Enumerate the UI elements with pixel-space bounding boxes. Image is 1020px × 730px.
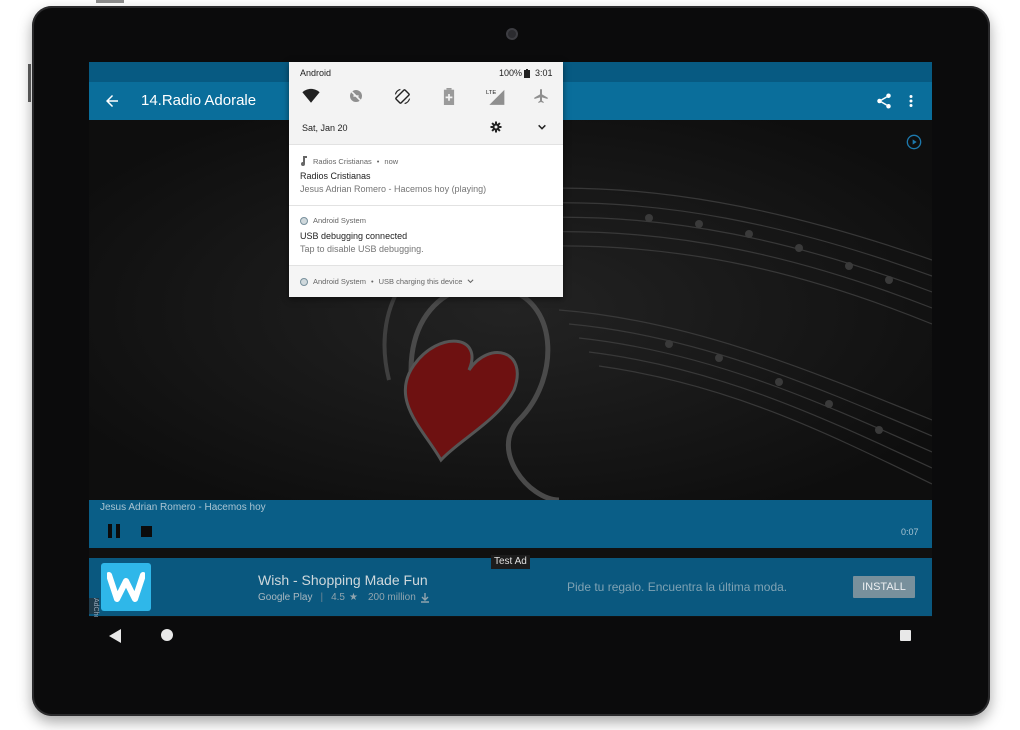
notification-summary: USB charging this device bbox=[378, 277, 463, 286]
ad-banner[interactable]: Test Ad AdChoices Wish - Shopping Made F… bbox=[89, 555, 932, 617]
battery-icon bbox=[524, 68, 531, 78]
volume-button bbox=[28, 64, 31, 102]
battery-clock: 100% 3:01 bbox=[499, 68, 553, 78]
ad-title: Wish - Shopping Made Fun bbox=[258, 572, 428, 588]
android-system-icon bbox=[300, 216, 308, 225]
test-ad-label: Test Ad bbox=[491, 555, 530, 569]
dnd-icon[interactable] bbox=[348, 88, 366, 106]
music-note-icon bbox=[301, 156, 307, 166]
play-circle-icon[interactable] bbox=[906, 134, 922, 150]
wifi-icon[interactable] bbox=[302, 88, 320, 106]
ad-meta: Google Play | 4.5 ★ 200 million bbox=[258, 592, 430, 603]
app-title: 14.Radio Adorale bbox=[141, 92, 257, 109]
nav-recents-icon[interactable] bbox=[900, 630, 911, 641]
gear-icon[interactable] bbox=[490, 121, 502, 133]
player-bar: Jesus Adrian Romero - Hacemos hoy 0:07 bbox=[89, 500, 932, 548]
auto-rotate-icon[interactable] bbox=[394, 88, 412, 106]
notification-title: Radios Cristianas bbox=[300, 171, 371, 181]
now-playing-track: Jesus Adrian Romero - Hacemos hoy bbox=[100, 502, 266, 513]
svg-text:LTE: LTE bbox=[486, 90, 496, 96]
ad-tagline: Pide tu regalo. Encuentra la última moda… bbox=[567, 580, 788, 594]
notification-time: now bbox=[384, 156, 399, 166]
quick-tiles: LTE bbox=[289, 88, 563, 110]
lte-signal-icon[interactable]: LTE bbox=[486, 88, 505, 106]
battery-level: 100% bbox=[499, 68, 523, 78]
airplane-icon[interactable] bbox=[533, 88, 551, 106]
notification-shade: Android 100% 3:01 LTE Sat, Jan 20 Radios… bbox=[289, 62, 563, 297]
star-icon: ★ bbox=[349, 592, 358, 603]
nav-home-icon[interactable] bbox=[161, 629, 173, 641]
notification-body: Jesus Adrian Romero - Hacemos hoy (playi… bbox=[300, 184, 487, 194]
front-camera bbox=[506, 28, 518, 40]
ad-rating: 4.5 bbox=[331, 592, 345, 603]
shade-date: Sat, Jan 20 bbox=[302, 123, 348, 133]
chevron-down-icon[interactable] bbox=[537, 122, 547, 132]
store-name: Google Play bbox=[258, 592, 313, 603]
notification-header: Android System • USB charging this devic… bbox=[300, 277, 474, 286]
android-system-icon bbox=[300, 277, 308, 286]
quick-settings: Android 100% 3:01 LTE Sat, Jan 20 bbox=[289, 62, 563, 144]
nav-back-icon[interactable] bbox=[109, 629, 121, 643]
notification-header: Android System bbox=[300, 216, 366, 225]
wish-logo bbox=[101, 563, 151, 611]
notification-title: USB debugging connected bbox=[300, 231, 408, 241]
notification-usb-debugging[interactable]: Android System USB debugging connected T… bbox=[289, 205, 563, 265]
pause-icon[interactable] bbox=[107, 524, 121, 538]
notification-body: Tap to disable USB debugging. bbox=[300, 244, 424, 254]
notification-app: Radios Cristianas bbox=[313, 156, 372, 166]
notification-app: Android System bbox=[313, 216, 366, 225]
notification-header: Radios Cristianas • now bbox=[300, 156, 398, 166]
notification-usb-charging[interactable]: Android System • USB charging this devic… bbox=[289, 265, 563, 297]
elapsed-time: 0:07 bbox=[901, 527, 919, 537]
chevron-down-icon[interactable] bbox=[467, 278, 474, 285]
status-clock: 3:01 bbox=[535, 68, 553, 78]
device-name: Android bbox=[300, 68, 332, 78]
back-arrow-icon[interactable] bbox=[103, 92, 121, 110]
notification-radio[interactable]: Radios Cristianas • now Radios Cristiana… bbox=[289, 144, 563, 205]
adchoices-label[interactable]: AdChoices bbox=[89, 598, 99, 617]
stop-icon[interactable] bbox=[141, 526, 152, 537]
system-nav-bar bbox=[89, 617, 932, 655]
hardware-button bbox=[96, 0, 124, 3]
ad-downloads: 200 million bbox=[367, 592, 416, 603]
install-button[interactable]: INSTALL bbox=[853, 576, 915, 598]
more-vert-icon[interactable] bbox=[905, 92, 917, 110]
download-icon bbox=[420, 592, 429, 603]
battery-saver-icon[interactable] bbox=[442, 88, 460, 106]
notification-app: Android System bbox=[313, 277, 366, 286]
share-icon[interactable] bbox=[875, 92, 893, 110]
